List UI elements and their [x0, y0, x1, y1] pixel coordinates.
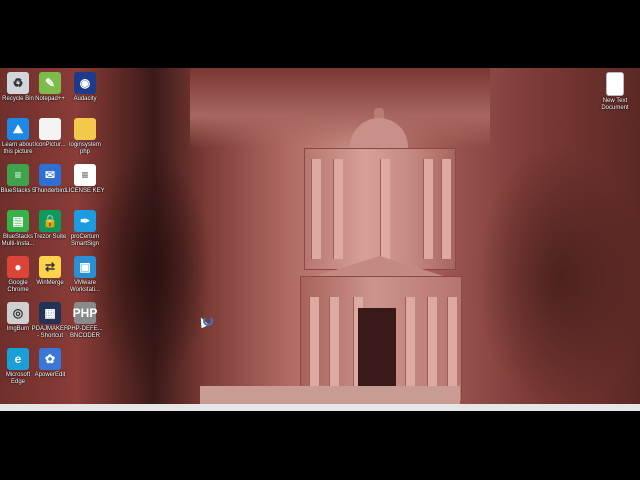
thunderbird-icon: ✉	[39, 164, 61, 186]
desktop-icon-label: New Text Document	[601, 98, 629, 111]
notepad-plus-plus-icon: ✎	[39, 72, 61, 94]
vmware-icon: ▣	[74, 256, 96, 278]
text-document-icon	[606, 72, 624, 96]
php-encoder-icon: PHP	[73, 302, 97, 324]
bluestacks-multi-icon: ▤	[7, 210, 29, 232]
desktop-icon-label: LICENSE KEY	[65, 188, 105, 194]
learn-about-picture-icon: ⛰	[7, 118, 29, 140]
chrome-icon: ●	[7, 256, 29, 278]
taskbar-edge	[0, 404, 640, 411]
desktop-icon[interactable]: New Text Document	[595, 72, 635, 112]
desktop-icon-label: Audacity	[73, 96, 97, 102]
desktop-icon[interactable]: ✉ Thunderbird	[30, 164, 70, 195]
desktop-icon-label: Notepad++	[35, 96, 65, 102]
desktop-icon[interactable]: 🔒 Trezor Suite	[30, 210, 70, 241]
desktop-icon[interactable]: ◉ Audacity	[65, 72, 105, 103]
desktop-icon[interactable]: IconPictur...	[30, 118, 70, 149]
desktop-icon[interactable]: PHP PHP-DEFE... BNCODER	[65, 302, 105, 340]
bluestacks-icon: ≡	[7, 164, 29, 186]
desktop-icon[interactable]: ▣ VMware Workstati...	[65, 256, 105, 294]
desktop-icon[interactable]: ✒ proCertum SmartSign	[65, 210, 105, 248]
desktop-icon-label: WinMerge	[36, 280, 64, 286]
desktop-icon-label: proCertum SmartSign	[70, 234, 100, 247]
wallpaper-treasury	[292, 108, 467, 402]
desktop-icon[interactable]: ✎ Notepad++	[30, 72, 70, 103]
desktop-icon[interactable]: ✿ ApowerEdit	[30, 348, 70, 379]
desktop-icon-label: Trezor Suite	[33, 234, 67, 240]
apoweredit-icon: ✿	[39, 348, 61, 370]
desktop-icon-label: ApowerEdit	[34, 372, 66, 378]
recycle-bin-icon: ♻	[7, 72, 29, 94]
winmerge-icon: ⇄	[39, 256, 61, 278]
desktop-icon-label: PDAJMAKER - Shortcut	[31, 326, 69, 339]
desktop-icon[interactable]: ▦ PDAJMAKER - Shortcut	[30, 302, 70, 340]
desktop-icon-label: IconPictur...	[34, 142, 66, 148]
picture-file-icon	[39, 118, 61, 140]
desktop-icon-label: Thunderbird	[33, 188, 67, 194]
pdajmaker-icon: ▦	[39, 302, 61, 324]
folder-icon	[74, 118, 96, 140]
imgburn-icon: ◎	[7, 302, 29, 324]
desktop-icon-label: PHP-DEFE... BNCODER	[67, 326, 103, 339]
desktop-icon-label: VMware Workstati...	[70, 280, 100, 293]
wallpaper-ground	[200, 386, 460, 404]
desktop-icon[interactable]: ⇄ WinMerge	[30, 256, 70, 287]
audacity-icon: ◉	[74, 72, 96, 94]
desktop-icon-label: loginsystem php	[69, 142, 101, 155]
trezor-icon: 🔒	[39, 210, 61, 232]
busy-spinner-icon	[203, 316, 213, 326]
procertum-icon: ✒	[74, 210, 96, 232]
desktop-icon[interactable]: ≡ LICENSE KEY	[65, 164, 105, 195]
desktop-icon[interactable]: loginsystem php	[65, 118, 105, 156]
edge-icon: e	[7, 348, 29, 370]
text-document-icon: ≡	[74, 164, 96, 186]
